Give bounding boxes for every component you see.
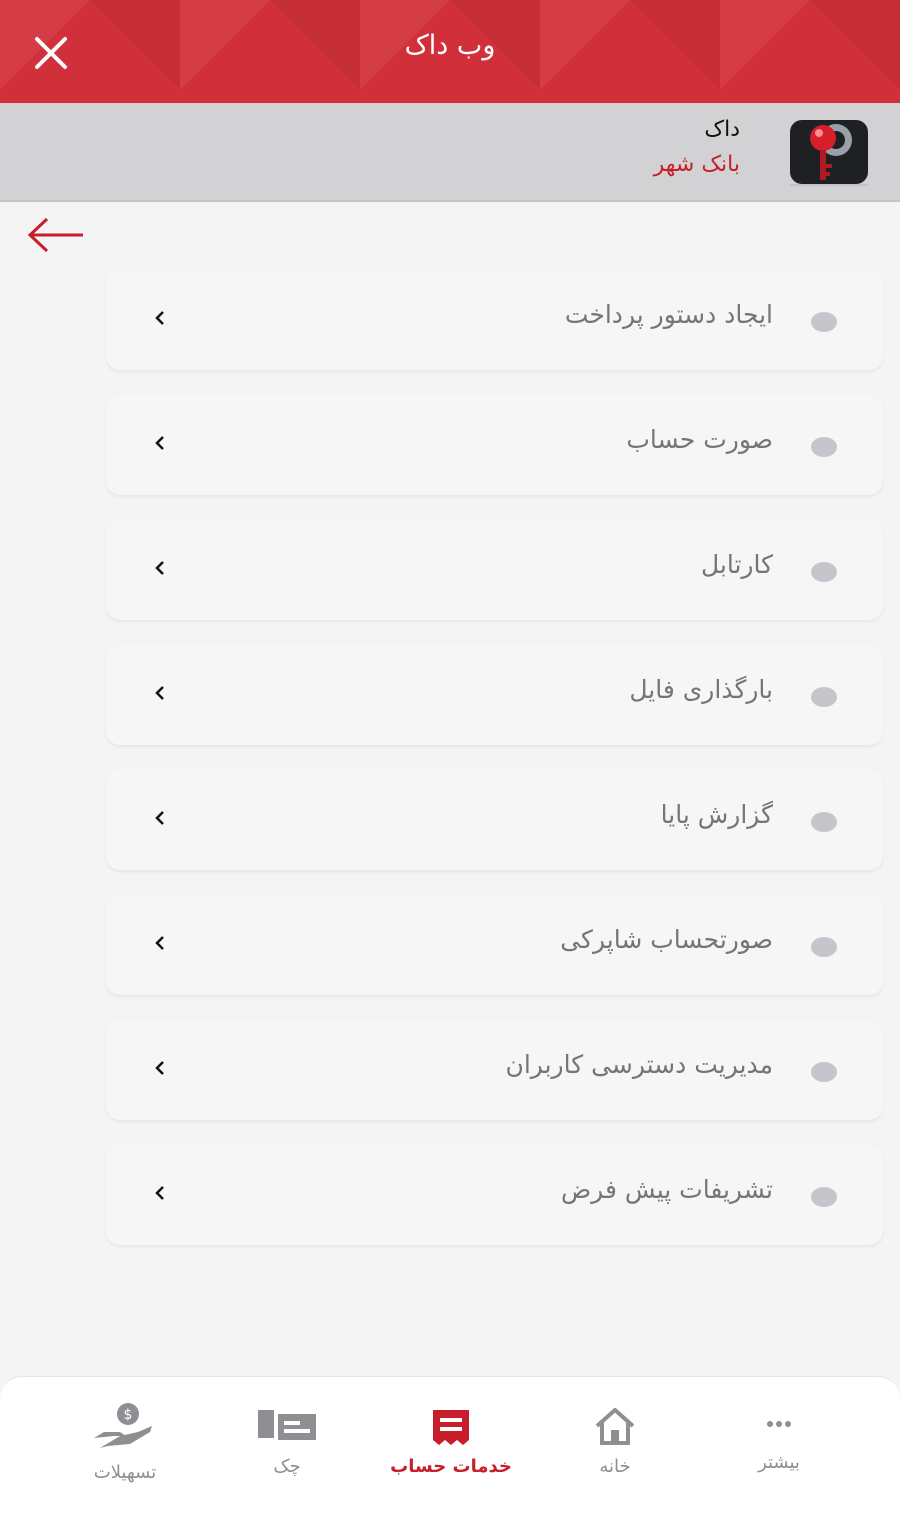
menu-item-shaparak-statement[interactable]: صورتحساب شاپرکی	[106, 895, 883, 995]
tab-facilities[interactable]: $ تسهیلات	[60, 1376, 190, 1513]
check-icon	[258, 1410, 316, 1440]
bullet-icon	[811, 812, 837, 832]
chevron-left-icon	[155, 1186, 164, 1200]
chevron-left-icon	[155, 311, 164, 325]
home-icon	[595, 1408, 635, 1445]
bullet-icon	[811, 1187, 837, 1207]
chevron-left-icon	[155, 811, 164, 825]
arrow-left-icon[interactable]	[27, 216, 85, 254]
receipt-icon	[433, 1410, 469, 1445]
bullet-icon	[811, 437, 837, 457]
tab-home[interactable]: خانه	[550, 1376, 680, 1513]
more-dots-icon	[767, 1421, 791, 1427]
menu-item-label: ایجاد دستور پرداخت	[564, 300, 773, 329]
menu-item-label: مدیریت دسترسی کاربران	[505, 1050, 773, 1079]
page-title: وب داک	[404, 30, 496, 61]
tab-label: بیشتر	[758, 1452, 800, 1473]
tab-label: تسهیلات	[93, 1462, 157, 1483]
close-icon[interactable]	[33, 36, 69, 70]
chevron-left-icon	[155, 1061, 164, 1075]
chevron-left-icon	[155, 936, 164, 950]
tab-label: خدمات حساب	[390, 1456, 512, 1477]
tab-account-services[interactable]: خدمات حساب	[386, 1376, 516, 1513]
menu-item-label: کارتابل	[700, 550, 773, 579]
bullet-icon	[811, 1062, 837, 1082]
menu-item-cartable[interactable]: کارتابل	[106, 520, 883, 620]
menu-item-label: صورتحساب شاپرکی	[560, 925, 773, 954]
tab-more[interactable]: بیشتر	[714, 1376, 844, 1513]
bullet-icon	[811, 937, 837, 957]
chevron-left-icon	[155, 561, 164, 575]
chevron-left-icon	[155, 686, 164, 700]
app-info-bar	[0, 103, 900, 202]
chevron-left-icon	[155, 436, 164, 450]
bank-name: بانک شهر	[653, 152, 740, 177]
bullet-icon	[811, 687, 837, 707]
menu-item-default-formalities[interactable]: تشریفات پیش فرض	[106, 1145, 883, 1245]
menu-item-label: صورت حساب	[626, 425, 773, 454]
app-logo-key-icon	[790, 120, 868, 186]
menu-item-file-upload[interactable]: بارگذاری فایل	[106, 645, 883, 745]
menu-item-label: تشریفات پیش فرض	[560, 1175, 773, 1204]
svg-text:$: $	[124, 1407, 133, 1423]
tab-label: خانه	[599, 1456, 631, 1477]
menu-item-payment-order[interactable]: ایجاد دستور پرداخت	[106, 270, 883, 370]
menu-item-statement[interactable]: صورت حساب	[106, 395, 883, 495]
tab-check[interactable]: چک	[222, 1376, 352, 1513]
menu-item-paya-report[interactable]: گزارش پایا	[106, 770, 883, 870]
bullet-icon	[811, 312, 837, 332]
menu-item-label: گزارش پایا	[660, 800, 773, 829]
bullet-icon	[811, 562, 837, 582]
menu-item-user-access[interactable]: مدیریت دسترسی کاربران	[106, 1020, 883, 1120]
tab-label: چک	[273, 1456, 301, 1477]
menu-item-label: بارگذاری فایل	[629, 675, 773, 704]
top-bar: وب داک	[0, 0, 900, 103]
hand-coin-icon: $	[94, 1403, 152, 1448]
app-name: داک	[704, 117, 740, 142]
